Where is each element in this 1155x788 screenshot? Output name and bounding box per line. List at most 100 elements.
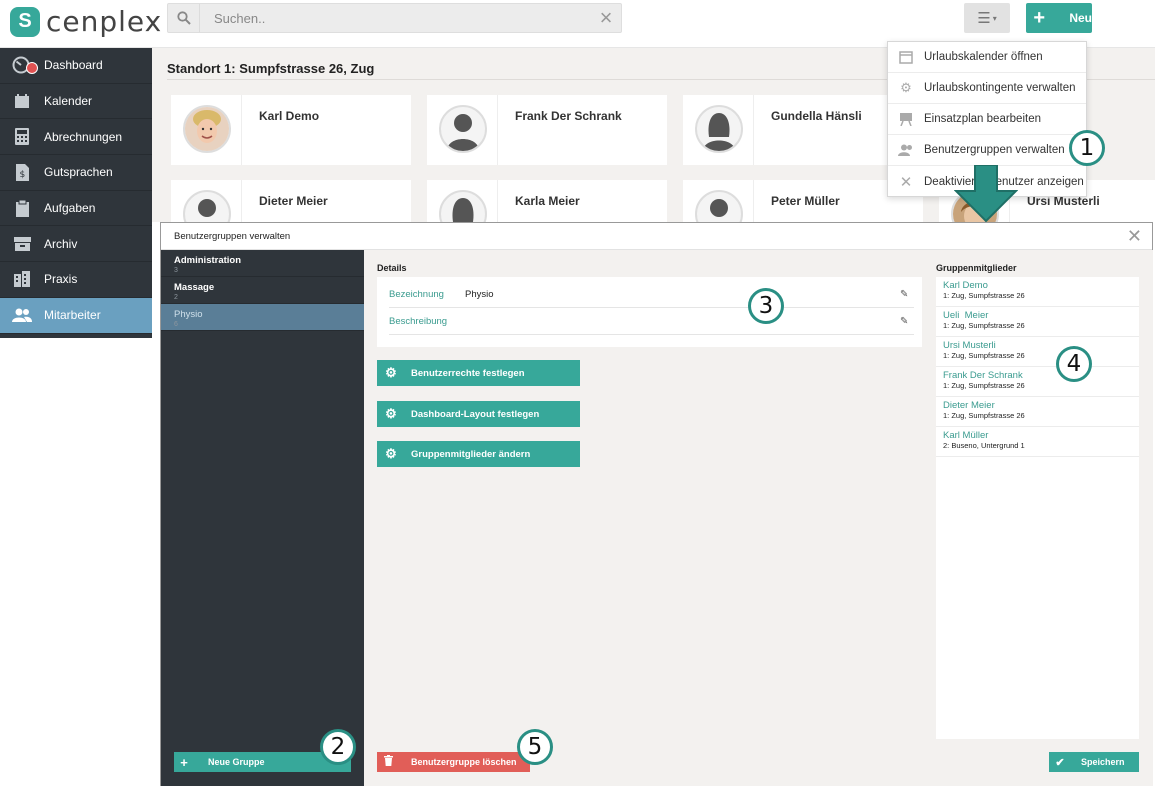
new-group-label: Neue Gruppe [208, 757, 265, 767]
gear-icon: ⚙ [385, 365, 397, 380]
details-box: Bezeichnung Physio ✎ Beschreibung ✎ [377, 277, 922, 347]
avatar-placeholder-female [695, 105, 743, 153]
gear-icon: ⚙ [385, 446, 397, 461]
divider [241, 95, 242, 165]
list-item[interactable]: Ueli Meier 1: Zug, Sumpfstrasse 26 [936, 307, 1139, 337]
sidebar-item-praxis[interactable]: Praxis [0, 262, 152, 298]
employee-name: Gundella Hänsli [771, 109, 862, 123]
check-icon: ✔ [1055, 756, 1065, 769]
set-dashboard-layout-button[interactable]: ⚙ Dashboard-Layout festlegen [377, 401, 580, 427]
search-bar: × [167, 3, 622, 33]
new-button-label: Neu [1069, 11, 1092, 25]
sidebar-item-label: Aufgaben [44, 201, 96, 216]
sidebar-item-abrechnungen[interactable]: Abrechnungen [0, 119, 152, 156]
save-button[interactable]: ✔ Speichern [1049, 752, 1139, 772]
group-details-panel: Details Bezeichnung Physio ✎ Beschreibun… [364, 250, 1153, 786]
sidebar-item-dashboard[interactable]: Dashboard [0, 48, 152, 84]
dialog-header: Benutzergruppen verwalten ✕ [161, 223, 1152, 250]
list-item[interactable]: Karl Müller 2: Buseno, Untergrund 1 [936, 427, 1139, 457]
sidebar-item-label: Archiv [44, 236, 78, 251]
calculator-icon [0, 128, 44, 146]
easel-icon [888, 112, 924, 126]
menu-item-einsatzplan[interactable]: Einsatzplan bearbeiten [888, 104, 1086, 135]
sidebar: Dashboard Kalender Abrechnungen $ Gutspr… [0, 48, 152, 338]
menu-item-label: Urlaubskontingente verwalten [924, 82, 1076, 94]
member-name: Dieter Meier [943, 400, 995, 411]
group-item-physio[interactable]: Physio 6 [161, 304, 364, 331]
sidebar-item-archiv[interactable]: Archiv [0, 226, 152, 263]
new-button[interactable]: + Neu [1026, 3, 1092, 33]
members-list: Karl Demo 1: Zug, Sumpfstrasse 26 Ueli M… [936, 277, 1139, 739]
menu-item-urlaubskontingente[interactable]: ⚙ Urlaubskontingente verwalten [888, 73, 1086, 104]
member-location: 1: Zug, Sumpfstrasse 26 [943, 381, 1025, 390]
group-name: Administration [174, 255, 242, 266]
dialog-title: Benutzergruppen verwalten [174, 230, 291, 242]
member-location: 1: Zug, Sumpfstrasse 26 [943, 411, 1025, 420]
calendar-icon [0, 93, 44, 109]
menu-item-urlaubskalender[interactable]: Urlaubskalender öffnen [888, 42, 1086, 73]
building-icon [0, 271, 44, 288]
description-field[interactable]: Beschreibung ✎ [389, 308, 914, 335]
group-count: 3 [174, 267, 178, 274]
sidebar-item-label: Praxis [44, 272, 78, 287]
plus-icon: + [1033, 6, 1045, 29]
employee-card[interactable]: Karl Demo [171, 95, 411, 165]
sidebar-item-label: Abrechnungen [44, 129, 123, 144]
pencil-icon[interactable]: ✎ [900, 316, 914, 327]
set-user-rights-button[interactable]: ⚙ Benutzerrechte festlegen [377, 360, 580, 386]
group-name: Massage [174, 282, 215, 293]
gear-icon: ⚙ [385, 406, 397, 421]
logo-icon: S [10, 6, 40, 37]
clear-search-icon[interactable]: × [591, 5, 621, 31]
menu-button[interactable]: ☰ ▾ [964, 3, 1010, 33]
name-label: Bezeichnung [389, 288, 444, 300]
group-count: 2 [174, 294, 178, 301]
name-field[interactable]: Bezeichnung Physio ✎ [389, 281, 914, 308]
sidebar-item-mitarbeiter[interactable]: Mitarbeiter [0, 297, 152, 334]
step-marker-5: 5 [517, 729, 553, 765]
arrow-down-icon [953, 164, 1019, 226]
group-item-massage[interactable]: Massage 2 [161, 277, 364, 304]
calendar-icon [888, 50, 924, 64]
member-location: 1: Zug, Sumpfstrasse 26 [943, 351, 1025, 360]
search-icon[interactable] [168, 4, 200, 32]
list-item[interactable]: Dieter Meier 1: Zug, Sumpfstrasse 26 [936, 397, 1139, 427]
list-item[interactable]: Karl Demo 1: Zug, Sumpfstrasse 26 [936, 277, 1139, 307]
group-list: Administration 3 Massage 2 Physio 6 + Ne… [161, 250, 364, 786]
list-item[interactable]: Ursi Musterli 1: Zug, Sumpfstrasse 26 [936, 337, 1139, 367]
search-input[interactable] [200, 5, 591, 31]
menu-item-benutzergruppen[interactable]: Benutzergruppen verwalten [888, 135, 1086, 166]
close-icon: ✕ [899, 173, 913, 191]
member-location: 1: Zug, Sumpfstrasse 26 [943, 291, 1025, 300]
document-dollar-icon: $ [0, 163, 44, 181]
logo[interactable]: S cenplex [10, 5, 162, 38]
sidebar-item-label: Dashboard [44, 58, 103, 73]
sidebar-item-label: Kalender [44, 94, 93, 109]
step-marker-4: 4 [1056, 346, 1092, 382]
users-icon [888, 144, 924, 156]
member-name: Ueli Meier [943, 310, 989, 321]
delete-group-button[interactable]: Benutzergruppe löschen [377, 752, 530, 772]
close-icon[interactable]: ✕ [1127, 226, 1142, 247]
gear-icon: ⚙ [900, 80, 912, 95]
employee-card[interactable]: Frank Der Schrank [427, 95, 667, 165]
details-title: Details [377, 263, 407, 273]
save-label: Speichern [1081, 757, 1125, 767]
description-label: Beschreibung [389, 315, 448, 327]
dashboard-icon [0, 56, 44, 75]
change-members-button[interactable]: ⚙ Gruppenmitglieder ändern [377, 441, 580, 467]
sidebar-item-aufgaben[interactable]: Aufgaben [0, 191, 152, 227]
sidebar-item-kalender[interactable]: Kalender [0, 84, 152, 120]
pencil-icon[interactable]: ✎ [900, 289, 914, 300]
caret-down-icon: ▾ [992, 13, 997, 23]
group-item-administration[interactable]: Administration 3 [161, 250, 364, 277]
svg-text:$: $ [19, 170, 25, 180]
employee-name: Frank Der Schrank [515, 109, 622, 123]
plus-icon: + [180, 754, 188, 770]
step-marker-3: 3 [748, 288, 784, 324]
member-location: 1: Zug, Sumpfstrasse 26 [943, 321, 1025, 330]
button-label: Dashboard-Layout festlegen [411, 408, 540, 420]
list-item[interactable]: Frank Der Schrank 1: Zug, Sumpfstrasse 2… [936, 367, 1139, 397]
button-label: Benutzerrechte festlegen [411, 367, 525, 379]
sidebar-item-gutsprachen[interactable]: $ Gutsprachen [0, 155, 152, 191]
